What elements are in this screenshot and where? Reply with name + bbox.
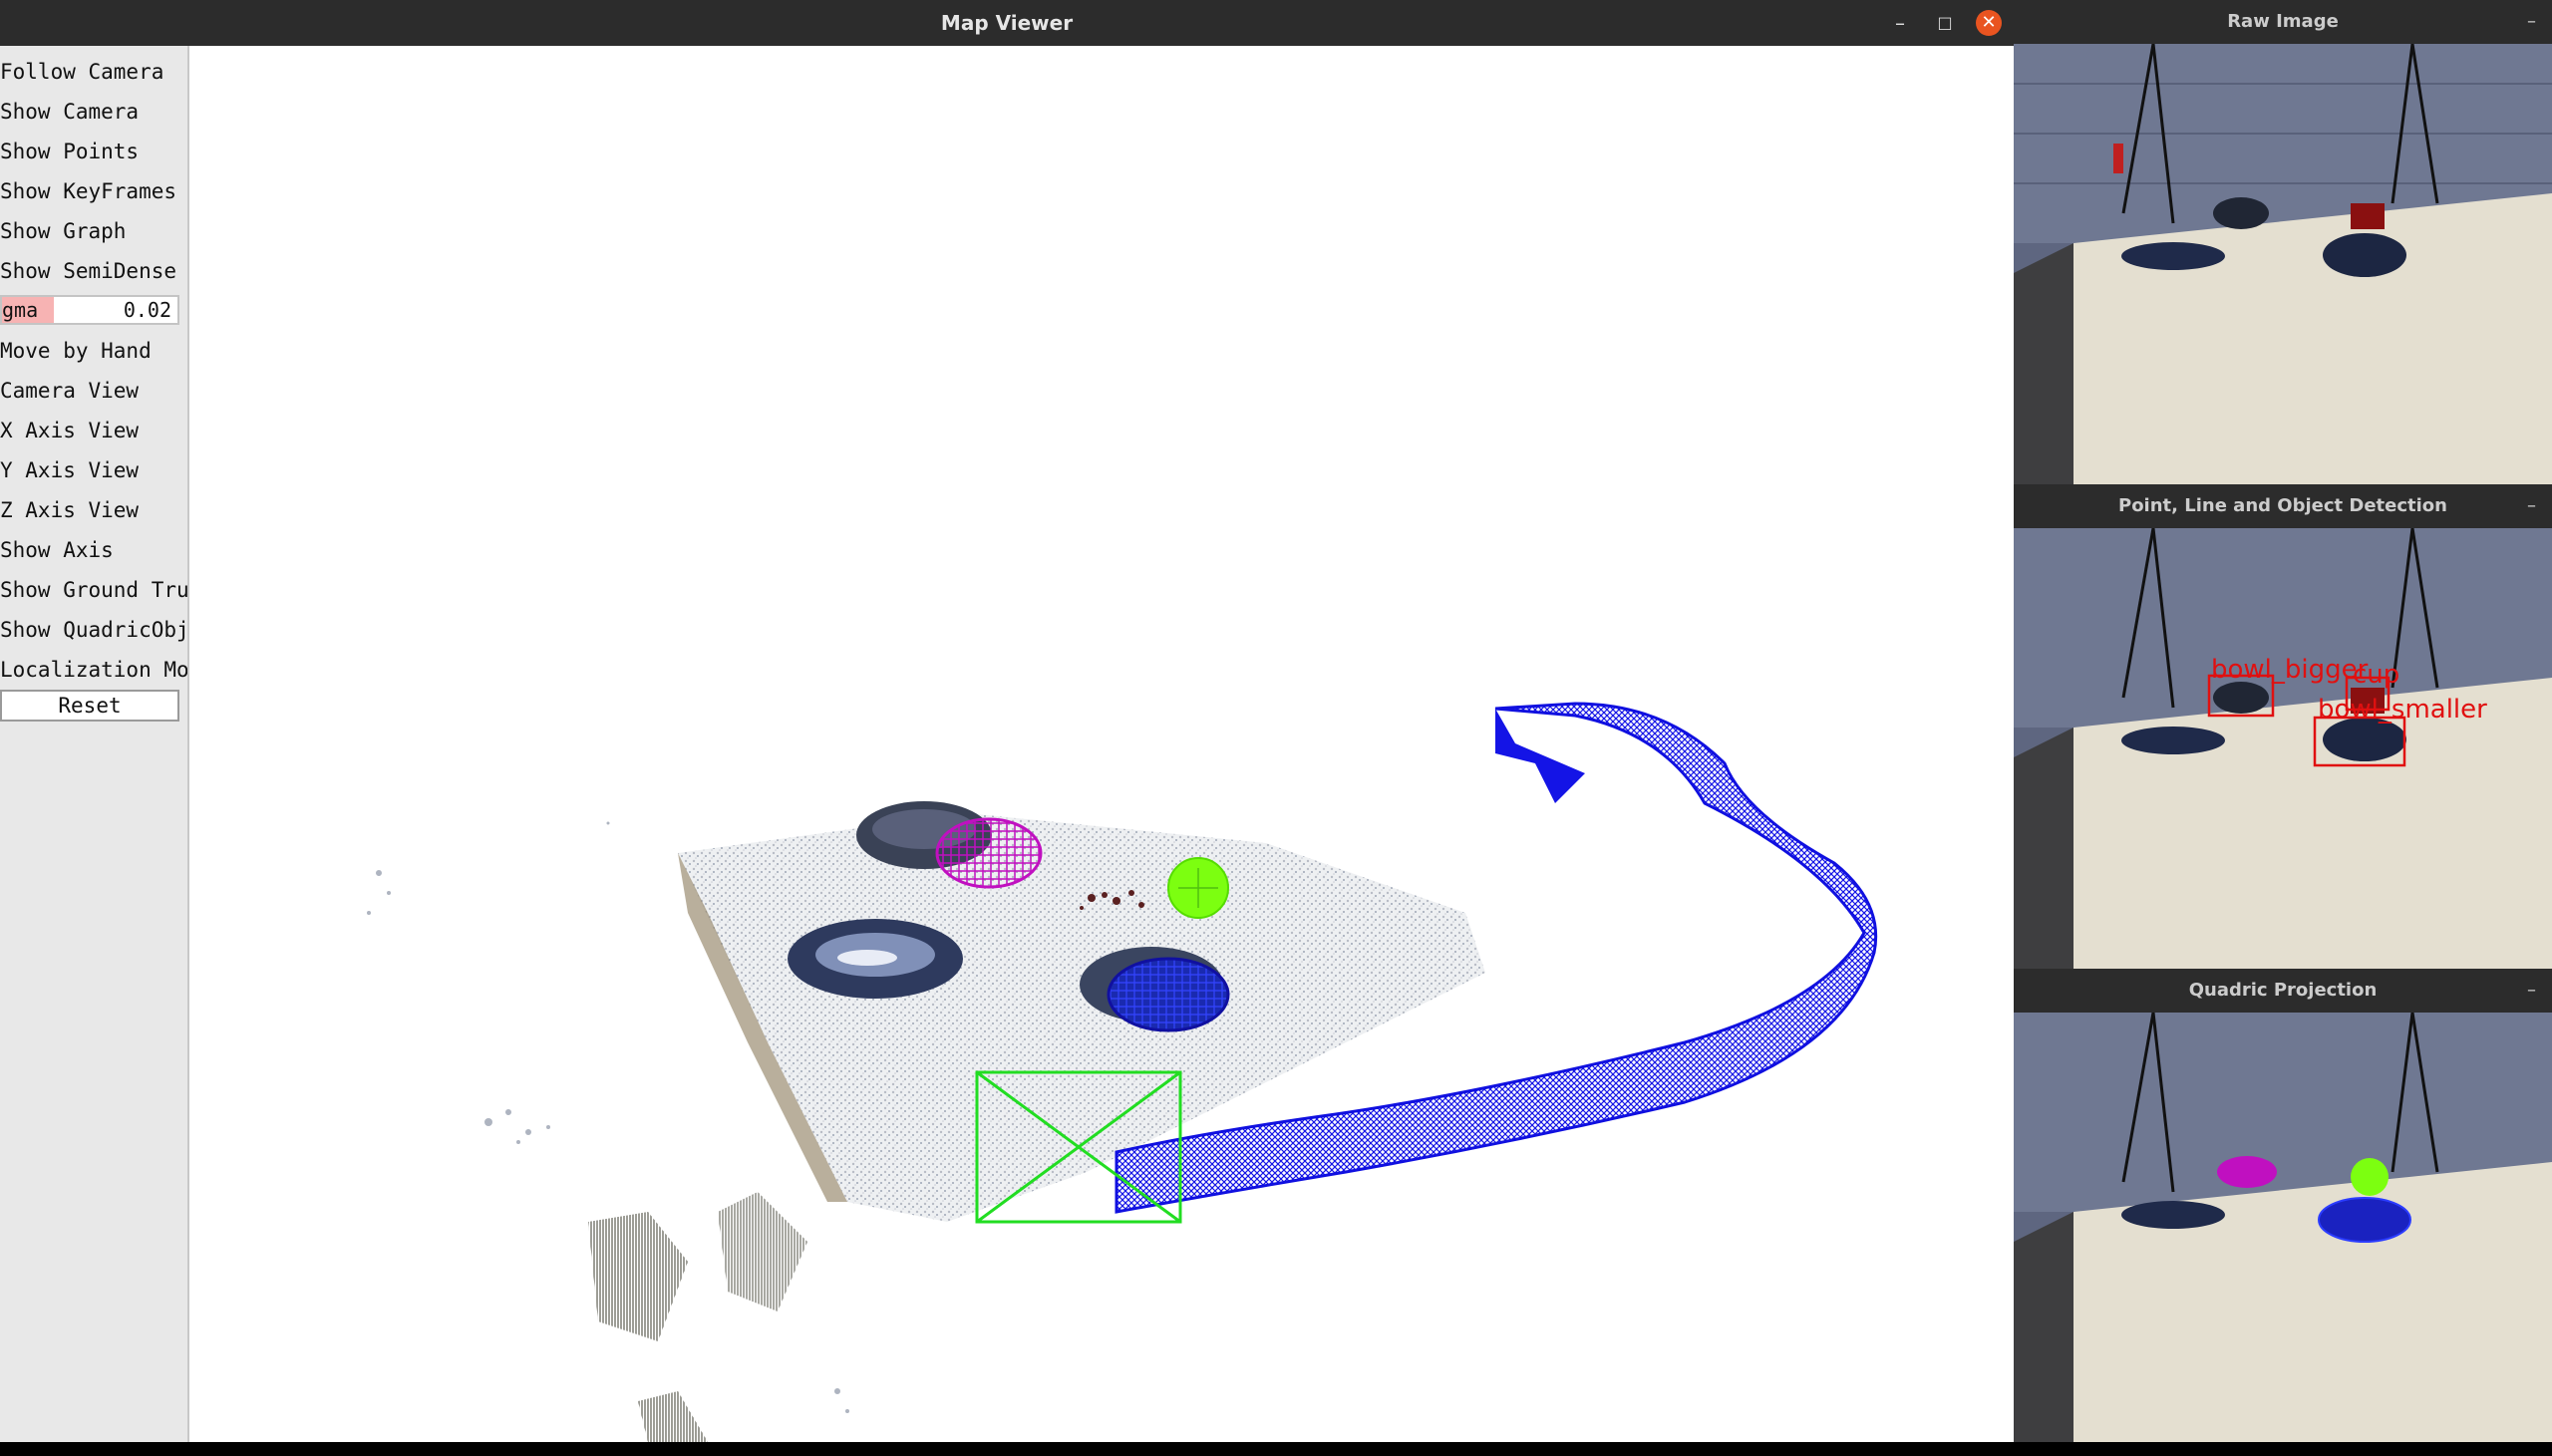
show-quadricobj-checkbox[interactable]: Show QuadricObj bbox=[0, 612, 187, 648]
projection-title: Quadric Projection bbox=[2188, 980, 2378, 1001]
show-keyframes-checkbox[interactable]: Show KeyFrames bbox=[0, 173, 176, 209]
point-cloud-clutter bbox=[588, 1212, 688, 1341]
detection-label-bowl-smaller: bowl_smaller bbox=[2318, 695, 2487, 725]
maximize-button[interactable]: □ bbox=[1932, 10, 1958, 36]
follow-camera-checkbox[interactable]: Follow Camera bbox=[0, 54, 163, 90]
projected-magenta-quadric bbox=[2217, 1156, 2277, 1188]
detection-title: Point, Line and Object Detection bbox=[2118, 495, 2447, 516]
z-axis-view-button[interactable]: Z Axis View bbox=[0, 492, 139, 528]
projected-green-quadric bbox=[2351, 1158, 2389, 1196]
detection-label-bowl-bigger: bowl_bigger bbox=[2211, 655, 2369, 685]
show-graph-checkbox[interactable]: Show Graph bbox=[0, 213, 126, 249]
raw-image-titlebar[interactable]: Raw Image – bbox=[2014, 0, 2552, 44]
reset-button[interactable]: Reset bbox=[0, 690, 179, 722]
detection-window: Point, Line and Object Detection – bowl_… bbox=[2014, 484, 2552, 969]
sigma-slider[interactable]: gma 0.02 bbox=[0, 295, 179, 325]
show-ground-truth-checkbox[interactable]: Show Ground Truth bbox=[0, 572, 187, 608]
minimize-button[interactable]: – bbox=[1887, 10, 1913, 36]
y-axis-view-button[interactable]: Y Axis View bbox=[0, 452, 139, 488]
localization-mode-checkbox[interactable]: Localization Mode bbox=[0, 652, 187, 688]
map-render bbox=[367, 702, 1878, 1442]
show-points-checkbox[interactable]: Show Points bbox=[0, 134, 139, 169]
raw-image-window: Raw Image – bbox=[2014, 0, 2552, 484]
projection-content bbox=[2014, 1012, 2552, 1442]
projection-titlebar[interactable]: Quadric Projection – bbox=[2014, 969, 2552, 1013]
sigma-label: gma bbox=[2, 298, 39, 322]
detection-label-cup: cup bbox=[2353, 660, 2399, 690]
raw-image-title: Raw Image bbox=[2227, 11, 2339, 32]
close-button[interactable]: ✕ bbox=[1976, 10, 2002, 36]
projected-blue-quadric bbox=[2318, 1197, 2411, 1243]
projection-minimize-button[interactable]: – bbox=[2527, 969, 2536, 1013]
move-by-hand-checkbox[interactable]: Move by Hand bbox=[0, 333, 152, 369]
detection-minimize-button[interactable]: – bbox=[2527, 484, 2536, 528]
window-titlebar[interactable]: Map Viewer – □ ✕ bbox=[0, 0, 2014, 46]
detection-titlebar[interactable]: Point, Line and Object Detection – bbox=[2014, 484, 2552, 528]
quadric-projection-window: Quadric Projection – bbox=[2014, 969, 2552, 1442]
control-panel: Follow Camera Show Camera Show Points Sh… bbox=[0, 46, 189, 1442]
camera-view-button[interactable]: Camera View bbox=[0, 373, 139, 409]
sigma-value: 0.02 bbox=[123, 298, 171, 322]
magenta-quadric bbox=[935, 817, 1043, 889]
show-semidense-checkbox[interactable]: Show SemiDense bbox=[0, 253, 176, 289]
window-title: Map Viewer bbox=[940, 11, 1074, 35]
blue-quadric bbox=[1107, 957, 1230, 1032]
map-viewer-window: Map Viewer – □ ✕ Follow Camera Show Came… bbox=[0, 0, 2014, 1442]
raw-image-content bbox=[2014, 43, 2552, 484]
show-axis-checkbox[interactable]: Show Axis bbox=[0, 532, 114, 568]
show-camera-checkbox[interactable]: Show Camera bbox=[0, 94, 139, 130]
3d-map-viewport[interactable] bbox=[189, 46, 2014, 1442]
raw-image-minimize-button[interactable]: – bbox=[2527, 0, 2536, 44]
x-axis-view-button[interactable]: X Axis View bbox=[0, 413, 139, 448]
detection-content: bowl_bigger cup bowl_smaller bbox=[2014, 527, 2552, 969]
